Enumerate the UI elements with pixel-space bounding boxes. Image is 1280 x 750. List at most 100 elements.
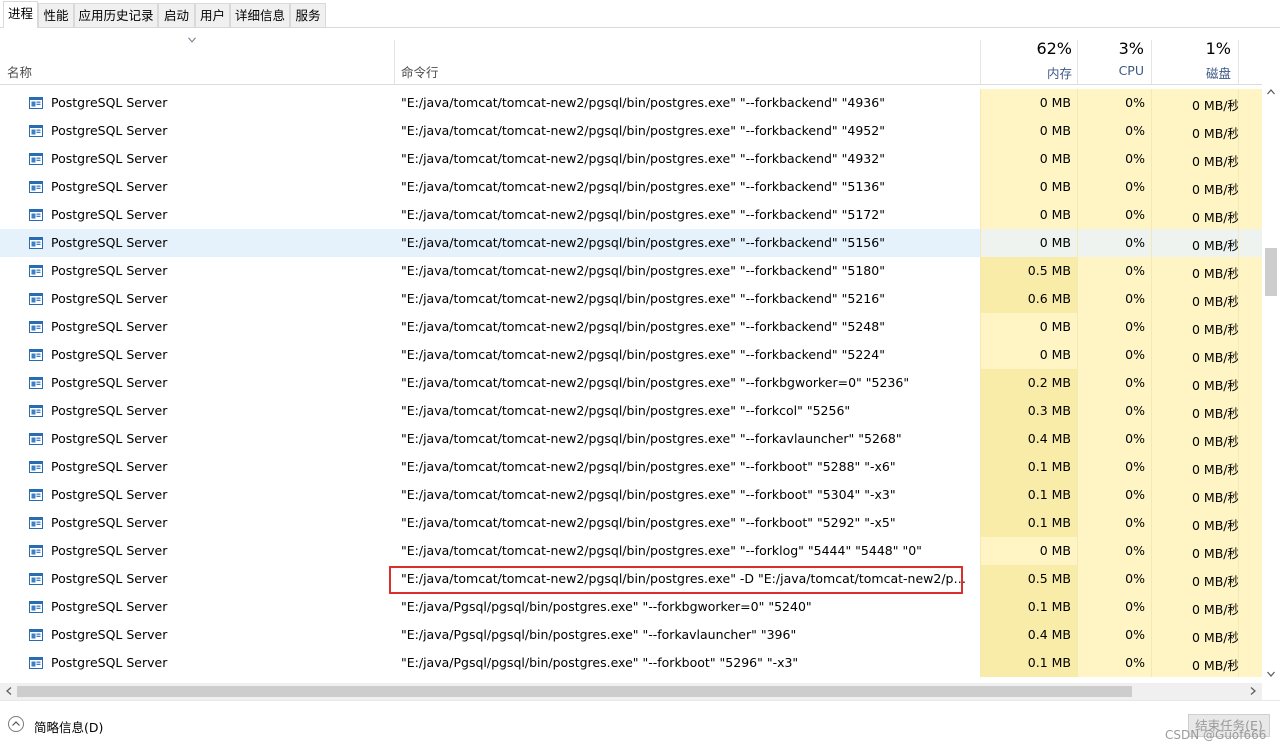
cpu-cell: 0% (1077, 201, 1151, 229)
column-divider[interactable] (1077, 40, 1078, 84)
memory-value: 0 MB (1039, 347, 1071, 362)
process-name-cell: PostgreSQL Server (0, 145, 394, 173)
process-row[interactable]: PostgreSQL Server "E:/java/Pgsql/pgsql/b… (0, 593, 1262, 621)
process-row[interactable]: PostgreSQL Server "E:/java/tomcat/tomcat… (0, 509, 1262, 537)
cpu-value: 0% (1125, 627, 1145, 642)
scroll-right-arrow-icon[interactable] (1248, 686, 1258, 696)
process-row[interactable]: PostgreSQL Server "E:/java/Pgsql/pgsql/b… (0, 621, 1262, 649)
disk-value: 0 MB/秒 (1192, 294, 1238, 309)
scroll-up-arrow-icon[interactable] (1266, 87, 1276, 97)
column-divider[interactable] (1238, 40, 1239, 84)
tab-performance[interactable]: 性能 (38, 3, 74, 27)
process-name: PostgreSQL Server (51, 179, 168, 194)
disk-cell: 0 MB/秒 (1151, 621, 1238, 649)
column-cpu-header[interactable]: CPU (1080, 63, 1144, 78)
process-name: PostgreSQL Server (51, 347, 168, 362)
command-line-text: "E:/java/tomcat/tomcat-new2/pgsql/bin/po… (401, 319, 885, 334)
process-row[interactable]: PostgreSQL Server "E:/java/tomcat/tomcat… (0, 341, 1262, 369)
process-row[interactable]: PostgreSQL Server "E:/java/tomcat/tomcat… (0, 565, 1262, 593)
network-cell (1238, 537, 1262, 565)
command-line-cell: "E:/java/tomcat/tomcat-new2/pgsql/bin/po… (394, 565, 980, 593)
horizontal-scroll-thumb[interactable] (17, 686, 1132, 697)
disk-cell: 0 MB/秒 (1151, 481, 1238, 509)
column-divider[interactable] (980, 40, 981, 84)
tab-startup[interactable]: 启动 (158, 3, 195, 27)
memory-percent[interactable]: 62% (984, 39, 1072, 58)
process-row[interactable]: PostgreSQL Server "E:/java/tomcat/tomcat… (0, 425, 1262, 453)
cpu-percent[interactable]: 3% (1080, 39, 1144, 58)
command-line-cell: "E:/java/tomcat/tomcat-new2/pgsql/bin/po… (394, 369, 980, 397)
process-row[interactable]: PostgreSQL Server "E:/java/tomcat/tomcat… (0, 285, 1262, 313)
process-row[interactable]: PostgreSQL Server "E:/java/tomcat/tomcat… (0, 145, 1262, 173)
cpu-cell: 0% (1077, 565, 1151, 593)
vertical-scrollbar[interactable] (1262, 84, 1280, 683)
network-cell (1238, 313, 1262, 341)
tab-processes[interactable]: 进程 (3, 1, 38, 28)
cpu-value: 0% (1125, 515, 1145, 530)
cpu-cell: 0% (1077, 257, 1151, 285)
tab-details[interactable]: 详细信息 (230, 3, 290, 27)
process-row[interactable]: PostgreSQL Server "E:/java/tomcat/tomcat… (0, 173, 1262, 201)
command-line-text: "E:/java/tomcat/tomcat-new2/pgsql/bin/po… (401, 347, 885, 362)
command-line-cell: "E:/java/tomcat/tomcat-new2/pgsql/bin/po… (394, 481, 980, 509)
process-row[interactable]: PostgreSQL Server "E:/java/Pgsql/pgsql/b… (0, 649, 1262, 677)
command-line-text: "E:/java/tomcat/tomcat-new2/pgsql/bin/po… (401, 375, 910, 390)
column-command-line-header[interactable]: 命令行 (401, 62, 439, 81)
memory-cell: 0.2 MB (980, 369, 1077, 397)
column-divider[interactable] (394, 40, 395, 84)
network-cell (1238, 649, 1262, 677)
tab-services[interactable]: 服务 (290, 3, 326, 27)
process-name-cell: PostgreSQL Server (0, 621, 394, 649)
cpu-value: 0% (1125, 375, 1145, 390)
process-row[interactable]: PostgreSQL Server "E:/java/tomcat/tomcat… (0, 397, 1262, 425)
cpu-cell: 0% (1077, 397, 1151, 425)
column-disk-header[interactable]: 磁盘 (1155, 63, 1231, 82)
memory-value: 0.4 MB (1027, 431, 1071, 446)
disk-value: 0 MB/秒 (1192, 546, 1238, 561)
process-row[interactable]: PostgreSQL Server "E:/java/tomcat/tomcat… (0, 117, 1262, 145)
scroll-down-arrow-icon[interactable] (1266, 669, 1276, 679)
memory-cell: 0 MB (980, 341, 1077, 369)
cpu-value: 0% (1125, 291, 1145, 306)
process-name-cell: PostgreSQL Server (0, 453, 394, 481)
disk-cell: 0 MB/秒 (1151, 341, 1238, 369)
process-row[interactable]: PostgreSQL Server "E:/java/tomcat/tomcat… (0, 481, 1262, 509)
process-row[interactable]: PostgreSQL Server "E:/java/tomcat/tomcat… (0, 229, 1262, 257)
network-cell (1238, 481, 1262, 509)
network-cell (1238, 369, 1262, 397)
disk-value: 0 MB/秒 (1192, 658, 1238, 673)
process-name-cell: PostgreSQL Server (0, 229, 394, 257)
process-name-cell: PostgreSQL Server (0, 89, 394, 117)
memory-value: 0 MB (1039, 123, 1071, 138)
application-window-icon (29, 545, 43, 557)
process-name-cell: PostgreSQL Server (0, 117, 394, 145)
fewer-details-link[interactable]: 简略信息(D) (34, 717, 103, 736)
command-line-text: "E:/java/tomcat/tomcat-new2/pgsql/bin/po… (401, 515, 896, 530)
column-memory-header[interactable]: 内存 (984, 63, 1072, 82)
process-name: PostgreSQL Server (51, 403, 168, 418)
process-row[interactable]: PostgreSQL Server "E:/java/tomcat/tomcat… (0, 257, 1262, 285)
chevron-up-circle-icon[interactable] (8, 716, 24, 732)
column-divider[interactable] (1151, 40, 1152, 84)
column-header: 名称 命令行 62% 内存 3% CPU 1% 磁盘 (0, 28, 1262, 85)
process-row[interactable]: PostgreSQL Server "E:/java/tomcat/tomcat… (0, 313, 1262, 341)
disk-value: 0 MB/秒 (1192, 462, 1238, 477)
process-row[interactable]: PostgreSQL Server "E:/java/tomcat/tomcat… (0, 201, 1262, 229)
memory-value: 0.1 MB (1027, 599, 1071, 614)
process-row[interactable]: PostgreSQL Server "E:/java/tomcat/tomcat… (0, 369, 1262, 397)
column-name-header[interactable]: 名称 (7, 62, 32, 81)
process-row[interactable]: PostgreSQL Server "E:/java/tomcat/tomcat… (0, 453, 1262, 481)
command-line-text: "E:/java/tomcat/tomcat-new2/pgsql/bin/po… (401, 543, 922, 558)
memory-value: 0.1 MB (1027, 515, 1071, 530)
horizontal-scrollbar[interactable] (0, 683, 1262, 700)
command-line-text: "E:/java/tomcat/tomcat-new2/pgsql/bin/po… (401, 263, 885, 278)
tab-app-history[interactable]: 应用历史记录 (74, 3, 158, 27)
tab-users[interactable]: 用户 (195, 3, 230, 27)
vertical-scroll-thumb[interactable] (1265, 248, 1277, 296)
scroll-left-arrow-icon[interactable] (4, 686, 14, 696)
disk-percent[interactable]: 1% (1155, 39, 1231, 58)
process-row[interactable]: PostgreSQL Server "E:/java/tomcat/tomcat… (0, 89, 1262, 117)
disk-cell: 0 MB/秒 (1151, 117, 1238, 145)
process-row[interactable]: PostgreSQL Server "E:/java/tomcat/tomcat… (0, 537, 1262, 565)
memory-cell: 0 MB (980, 229, 1077, 257)
